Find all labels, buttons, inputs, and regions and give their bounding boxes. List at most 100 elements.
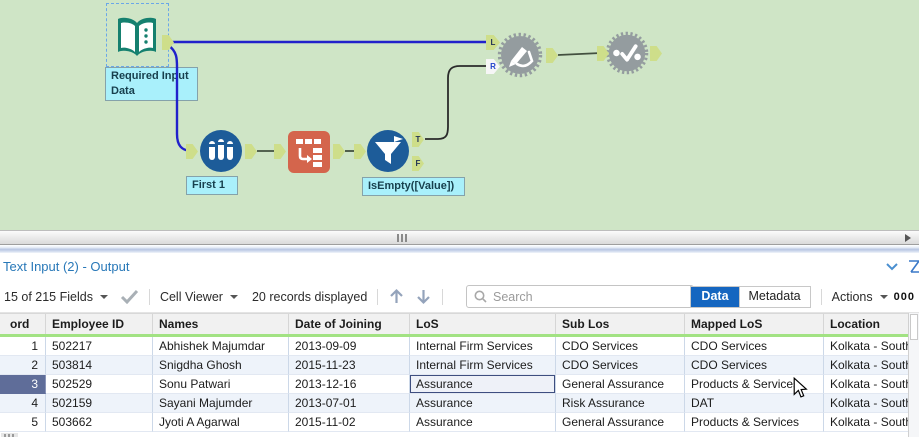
results-panel-header: Text Input (2) - Output [0, 253, 919, 281]
column-header[interactable]: Location [824, 314, 919, 334]
column-header[interactable]: Names [153, 314, 289, 334]
results-toolbar: 15 of 215 Fields Cell Viewer 20 records … [0, 281, 919, 313]
table-cell[interactable]: 2013-12-16 [289, 375, 410, 394]
record-number[interactable]: 4 [0, 394, 46, 413]
table-cell[interactable]: Assurance [410, 413, 556, 432]
transpose-icon [288, 131, 330, 173]
apply-check-icon[interactable] [120, 289, 139, 304]
table-cell[interactable]: CDO Services [556, 356, 685, 375]
table-cell[interactable]: Sayani Majumder [153, 394, 289, 413]
table-cell[interactable]: 2013-07-01 [289, 394, 410, 413]
table-row: 3 502529 Sonu Patwari 2013-12-16 Assurance Ge… [0, 375, 919, 394]
cell-viewer-dropdown[interactable]: Cell Viewer [160, 290, 223, 304]
table-body: 1 502217 Abhishek Majumdar 2013-09-09 Intern… [0, 337, 919, 432]
divider [377, 288, 379, 305]
record-number[interactable]: 3 [0, 375, 46, 394]
scroll-right-arrow-icon[interactable] [905, 234, 911, 242]
table-header-row: ord Employee ID Names Date of Joining LoS Sub… [0, 313, 919, 337]
search-input[interactable] [493, 289, 663, 304]
chevron-down-icon[interactable] [99, 294, 108, 303]
mouse-cursor [793, 377, 808, 398]
table-cell[interactable]: Abhishek Majumdar [153, 337, 289, 356]
metadata-tab[interactable]: Metadata [738, 287, 810, 307]
table-cell[interactable]: Assurance [410, 394, 556, 413]
results-table: ord Employee ID Names Date of Joining LoS Sub… [0, 313, 919, 437]
alteryx-designer-window: Required Input Data First 1 T F IsEmpty(… [0, 0, 919, 437]
data-tab[interactable]: Data [691, 287, 739, 307]
transpose-tool[interactable] [287, 130, 331, 179]
column-header[interactable]: Sub Los [556, 314, 685, 334]
overflow-indicator: 000 [893, 291, 915, 303]
panel-splitter[interactable] [0, 245, 919, 253]
scrollbar-grip[interactable] [1, 433, 18, 437]
table-row: 4 502159 Sayani Majumder 2013-07-01 Assuranc… [0, 394, 919, 413]
data-metadata-toggle: Data Metadata [690, 286, 811, 308]
divider [820, 289, 822, 305]
table-cell[interactable]: 503662 [46, 413, 153, 432]
table-cell[interactable]: Kolkata - South Ci [824, 337, 919, 356]
column-header[interactable]: Employee ID [46, 314, 153, 334]
table-cell[interactable]: 2015-11-23 [289, 356, 410, 375]
scrollbar-thumb[interactable] [910, 314, 918, 340]
panel-popout-icon[interactable] [908, 258, 919, 276]
table-cell[interactable]: 502529 [46, 375, 153, 394]
canvas-horizontal-scrollbar[interactable] [0, 230, 919, 245]
chevron-down-icon[interactable] [879, 295, 888, 303]
table-cell[interactable]: CDO Services [556, 337, 685, 356]
table-cell[interactable]: CDO Services [685, 356, 824, 375]
divider [148, 288, 150, 305]
results-panel-title: Text Input (2) - Output [3, 259, 130, 274]
divider [442, 288, 444, 305]
table-cell[interactable]: 2013-09-09 [289, 337, 410, 356]
table-cell[interactable]: Snigdha Ghosh [153, 356, 289, 375]
table-cell[interactable]: CDO Services [685, 337, 824, 356]
text-input-tool[interactable] [112, 12, 162, 67]
table-cell[interactable]: Kolkata - South Ci [824, 375, 919, 394]
record-number[interactable]: 5 [0, 413, 46, 432]
record-number[interactable]: 1 [0, 337, 46, 356]
table-cell[interactable]: 503814 [46, 356, 153, 375]
column-header[interactable]: Date of Joining [289, 314, 410, 334]
up-arrow-icon[interactable] [388, 288, 405, 305]
table-cell[interactable]: Kolkata - South Ci [824, 356, 919, 375]
table-cell[interactable]: Internal Firm Services [410, 356, 556, 375]
book-icon [118, 17, 156, 56]
table-cell[interactable]: Risk Assurance [556, 394, 685, 413]
fields-dropdown[interactable]: 15 of 215 Fields [4, 290, 93, 304]
table-cell[interactable]: General Assurance [556, 413, 685, 432]
records-displayed-label: 20 records displayed [251, 289, 368, 304]
table-cell[interactable]: Internal Firm Services [410, 337, 556, 356]
table-cell[interactable]: 2015-11-02 [289, 413, 410, 432]
actions-dropdown[interactable]: Actions [832, 290, 873, 304]
search-box[interactable] [466, 285, 694, 308]
down-arrow-icon[interactable] [415, 288, 432, 305]
record-number[interactable]: 2 [0, 356, 46, 375]
chevron-down-icon[interactable] [229, 294, 238, 303]
table-cell[interactable]: Assurance [410, 375, 556, 394]
sample-tool[interactable] [199, 129, 243, 178]
filter-funnel-icon [367, 130, 409, 172]
column-header[interactable]: LoS [410, 314, 556, 334]
table-cell[interactable]: Kolkata - South Ci [824, 413, 919, 432]
table-cell[interactable]: Sonu Patwari [153, 375, 289, 394]
table-cell[interactable]: Jyoti A Agarwal [153, 413, 289, 432]
table-vertical-scrollbar[interactable] [908, 313, 919, 437]
workflow-canvas[interactable]: Required Input Data First 1 T F IsEmpty(… [0, 0, 919, 230]
macro-tool-join[interactable] [496, 31, 544, 84]
chevron-down-icon[interactable] [885, 262, 899, 271]
table-cell[interactable]: Products & Services [685, 413, 824, 432]
gear-pen-icon [497, 32, 543, 78]
test-tubes-icon [200, 130, 242, 172]
table-cell[interactable]: General Assurance [556, 375, 685, 394]
filter-tool[interactable] [366, 129, 410, 178]
table-row: 2 503814 Snigdha Ghosh 2015-11-23 Internal F… [0, 356, 919, 375]
table-row: 5 503662 Jyoti A Agarwal 2015-11-02 Assuranc… [0, 413, 919, 432]
table-horizontal-scrollbar[interactable] [0, 432, 919, 437]
column-header[interactable]: Mapped LoS [685, 314, 824, 334]
record-column-header[interactable]: ord [0, 314, 46, 334]
macro-tool-check[interactable] [604, 30, 650, 81]
table-cell[interactable]: 502159 [46, 394, 153, 413]
table-cell[interactable]: Kolkata - South Ci [824, 394, 919, 413]
scrollbar-grip[interactable] [397, 234, 407, 242]
table-cell[interactable]: 502217 [46, 337, 153, 356]
